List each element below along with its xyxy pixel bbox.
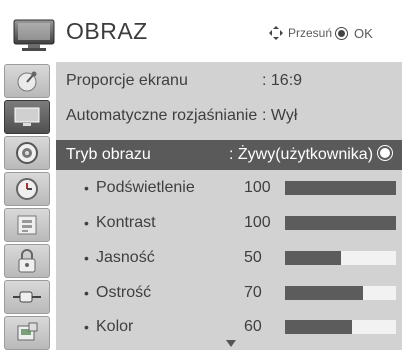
move-arrows-icon <box>269 26 283 40</box>
level-bar-fill <box>285 320 352 334</box>
level-bar-fill <box>285 251 341 265</box>
sub-item-label: Podświetlenie <box>96 179 195 196</box>
menu-item-value: : Wył <box>262 107 298 124</box>
arrow-down-icon[interactable] <box>226 340 236 347</box>
sidebar-item-audio[interactable] <box>4 136 50 170</box>
sidebar-item-time[interactable] <box>4 172 50 206</box>
sub-item-value: 60 <box>244 318 262 335</box>
menu-item-picture-mode[interactable]: Tryb obrazu : Żywy(użytkownika) <box>56 140 402 170</box>
sidebar-item-options[interactable] <box>4 208 50 242</box>
sub-item-brightness[interactable]: • Jasność 50 <box>56 243 402 273</box>
satellite-icon <box>17 71 37 92</box>
level-bar[interactable] <box>285 251 396 265</box>
sub-item-label: Ostrość <box>96 284 152 301</box>
sub-item-value: 100 <box>244 179 271 196</box>
select-indicator-icon <box>380 148 390 158</box>
bullet-icon: • <box>84 215 89 231</box>
sidebar-item-picture[interactable] <box>4 100 50 134</box>
menu-item-aspect-ratio[interactable]: Proporcje ekranu : 16:9 <box>56 66 402 96</box>
sub-item-label: Jasność <box>96 249 155 266</box>
ok-hint: OK <box>336 26 373 41</box>
sub-item-value: 50 <box>244 249 262 266</box>
clock-time-icon <box>16 178 38 200</box>
menu-item-value: : 16:9 <box>262 72 303 89</box>
bullet-icon: • <box>84 319 89 335</box>
sidebar-item-lock[interactable] <box>4 244 50 278</box>
sidebar <box>0 62 56 350</box>
usb-media-icon <box>17 322 38 341</box>
sidebar-item-channels[interactable] <box>4 64 50 98</box>
bullet-icon: • <box>84 180 89 196</box>
menu-panel: Proporcje ekranu : 16:9 Automatyczne roz… <box>56 62 402 350</box>
sub-item-sharpness[interactable]: • Ostrość 70 <box>56 278 402 308</box>
menu-item-auto-brightness[interactable]: Automatyczne rozjaśnianie : Wył <box>56 101 402 131</box>
move-hint-label: Przesuń <box>288 26 333 40</box>
sub-item-label: Kolor <box>96 318 134 335</box>
sub-item-value: 100 <box>244 214 271 231</box>
level-bar[interactable] <box>285 216 396 230</box>
input-plug-icon <box>13 291 41 303</box>
tv-picture-icon <box>13 19 55 51</box>
ok-hint-label: OK <box>354 26 373 41</box>
bullet-icon: • <box>84 250 89 266</box>
sub-item-backlight[interactable]: • Podświetlenie 100 <box>56 173 402 203</box>
sidebar-item-input[interactable] <box>4 280 50 314</box>
settings-box-icon <box>17 215 37 235</box>
page-title: OBRAZ <box>66 18 148 44</box>
level-bar[interactable] <box>285 320 396 334</box>
menu-item-label: Automatyczne rozjaśnianie <box>66 107 258 124</box>
menu-item-value: : Żywy(użytkownika) <box>229 146 374 163</box>
level-bar[interactable] <box>285 181 396 195</box>
sub-item-color[interactable]: • Kolor 60 <box>56 312 402 342</box>
menu-item-label: Tryb obrazu <box>66 146 151 163</box>
level-bar-fill <box>285 216 396 230</box>
level-bar[interactable] <box>285 286 396 300</box>
sub-item-label: Kontrast <box>96 214 156 231</box>
level-bar-fill <box>285 286 363 300</box>
menu-item-label: Proporcje ekranu <box>66 72 188 89</box>
sub-item-contrast[interactable]: • Kontrast 100 <box>56 208 402 238</box>
ok-button-icon <box>336 28 347 39</box>
move-hint: Przesuń <box>269 26 332 40</box>
level-bar-fill <box>285 181 396 195</box>
header: OBRAZ Przesuń OK <box>0 0 402 62</box>
lock-icon <box>18 249 36 273</box>
sub-item-value: 70 <box>244 284 262 301</box>
tv-picture-icon <box>14 107 40 126</box>
bullet-icon: • <box>84 285 89 301</box>
sidebar-item-usb[interactable] <box>4 316 50 350</box>
speaker-audio-icon <box>16 142 38 164</box>
